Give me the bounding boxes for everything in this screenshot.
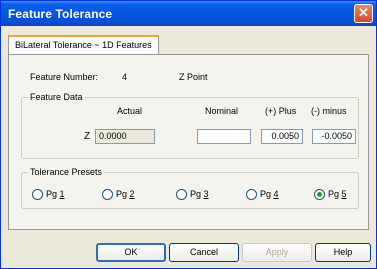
close-icon[interactable]: ✕ — [354, 4, 373, 23]
preset-2-label[interactable]: Pg 2 — [116, 189, 135, 199]
preset-5-selected-dot — [317, 192, 322, 197]
nominal-input[interactable] — [197, 129, 251, 144]
preset-3-label[interactable]: Pg 3 — [190, 189, 209, 199]
feature-number-value: 4 — [122, 72, 128, 82]
preset-4-radio[interactable] — [246, 189, 257, 200]
cancel-button[interactable]: Cancel — [169, 243, 239, 262]
minus-header: (-) minus — [311, 106, 347, 116]
axis-label: Z — [84, 131, 91, 142]
feature-tolerance-dialog: Feature Tolerance ✕ BiLateral Tolerance … — [0, 0, 377, 269]
actual-header: Actual — [117, 106, 143, 116]
apply-button[interactable]: Apply — [242, 243, 312, 262]
plus-header: (+) Plus — [265, 106, 297, 116]
preset-1-label[interactable]: Pg 1 — [46, 189, 65, 199]
tolerance-presets-group-label: Tolerance Presets — [28, 167, 105, 177]
tolerance-presets-group: Tolerance Presets Pg 1 Pg 2 Pg 3 Pg 4 Pg… — [21, 167, 359, 209]
feature-data-group: Feature Data Actual Nominal (+) Plus (-)… — [21, 92, 359, 159]
tab-panel: Feature Number: 4 Z Point Feature Data A… — [8, 54, 369, 230]
title-bar[interactable]: Feature Tolerance ✕ — [1, 1, 376, 26]
preset-1-radio[interactable] — [32, 189, 43, 200]
feature-number-label: Feature Number: — [30, 72, 99, 82]
tab-bilateral-tolerance[interactable]: BiLateral Tolerance ~ 1D Features — [8, 35, 159, 55]
help-button[interactable]: Help — [315, 243, 371, 262]
actual-value-field: 0.0000 — [95, 129, 155, 144]
plus-tolerance-input[interactable]: 0.0050 — [261, 129, 303, 144]
nominal-header: Nominal — [205, 106, 239, 116]
preset-2-radio[interactable] — [102, 189, 113, 200]
minus-tolerance-input[interactable]: -0.0050 — [312, 129, 356, 144]
preset-3-radio[interactable] — [176, 189, 187, 200]
ok-button[interactable]: OK — [96, 243, 166, 262]
preset-5-label[interactable]: Pg 5 — [328, 189, 347, 199]
preset-4-label[interactable]: Pg 4 — [260, 189, 279, 199]
feature-data-group-label: Feature Data — [28, 92, 85, 102]
preset-5-radio[interactable] — [314, 189, 325, 200]
window-title: Feature Tolerance — [8, 7, 113, 21]
feature-name: Z Point — [179, 72, 208, 82]
